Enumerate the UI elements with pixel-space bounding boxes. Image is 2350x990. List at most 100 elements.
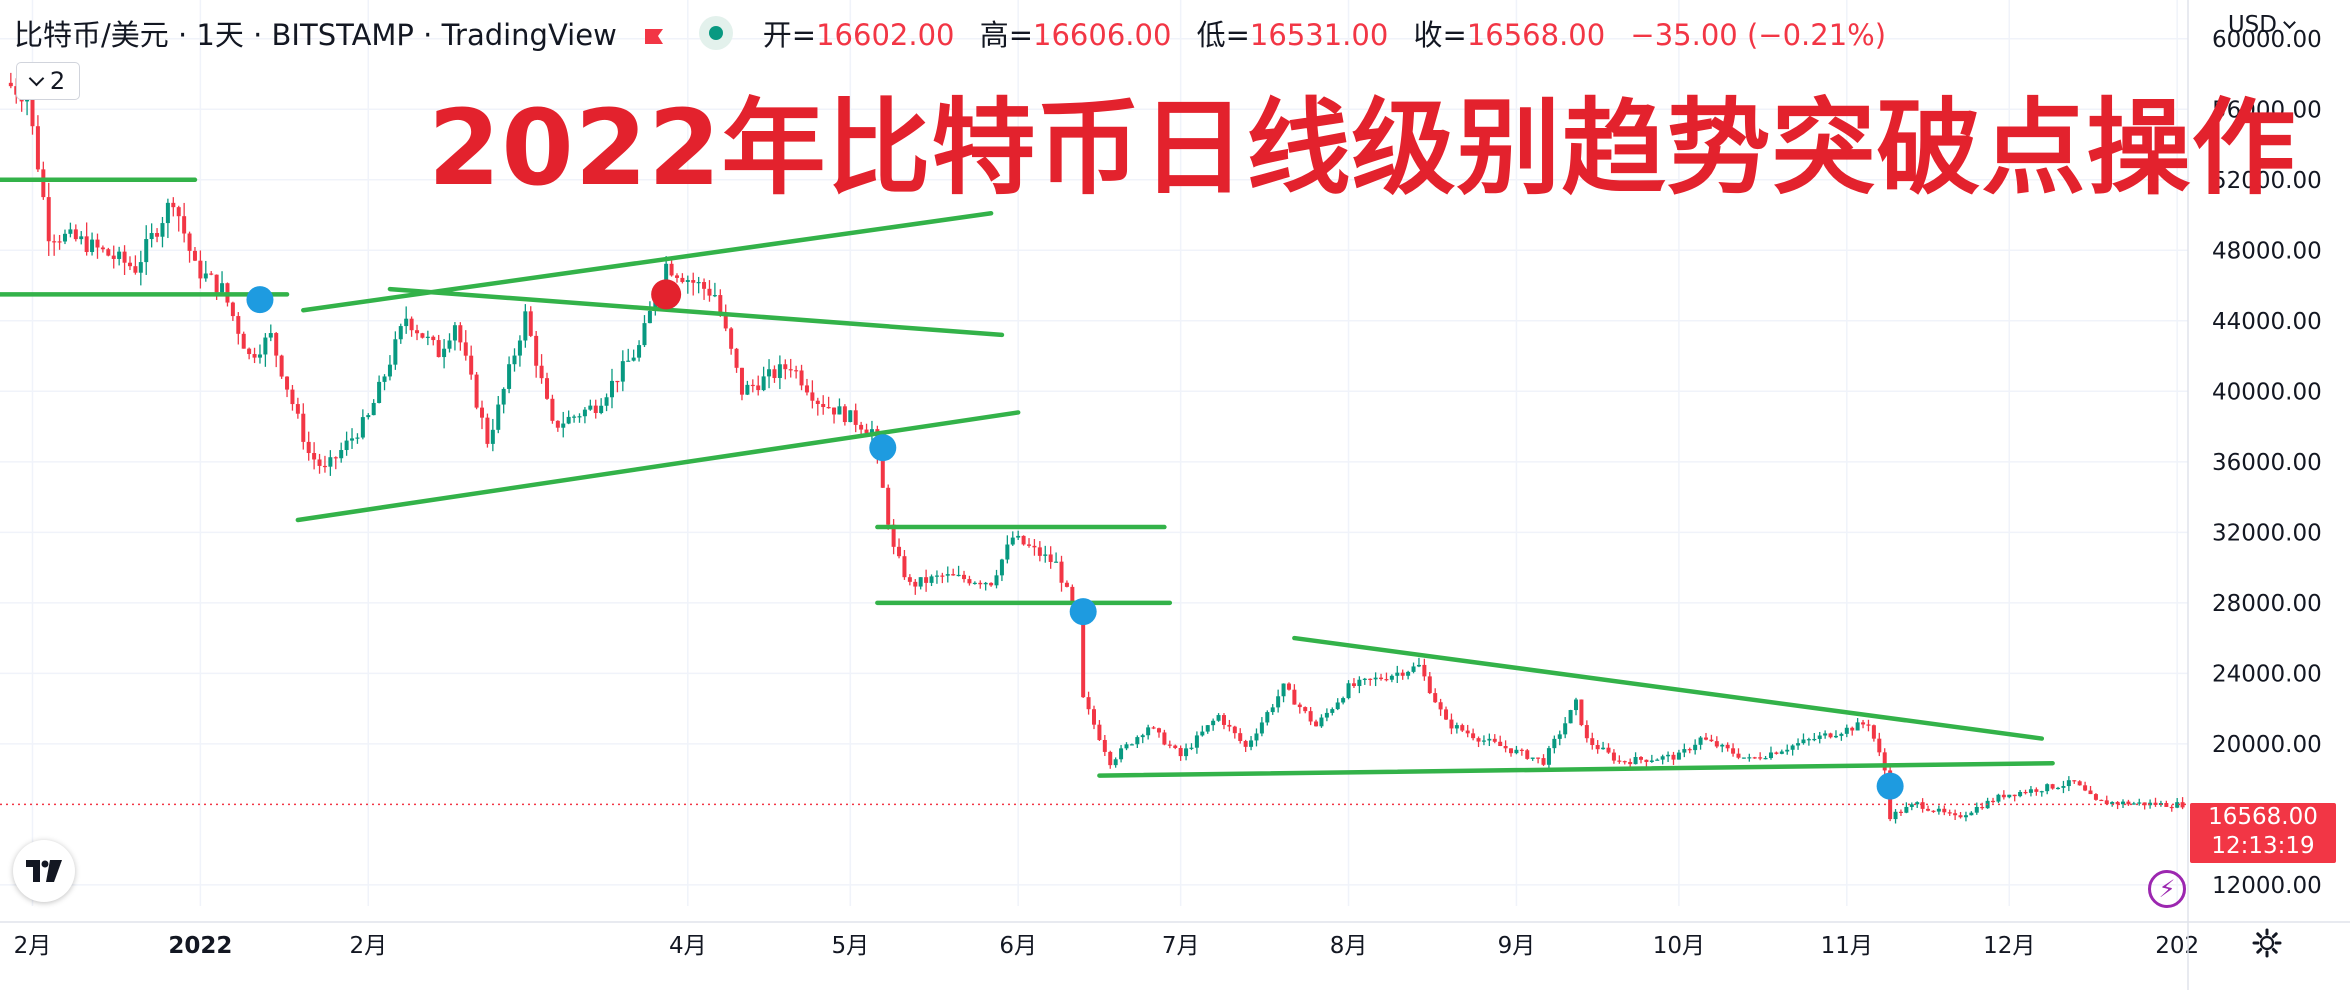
candle-body [1368,678,1373,680]
candle-body [117,251,122,259]
candle-body [1048,554,1053,562]
candle-body [989,582,994,586]
candle-body [582,409,587,417]
currency-selector[interactable]: USD [2228,12,2296,38]
candle-body [983,582,988,585]
candle-body [1351,683,1356,687]
candle-body [312,453,317,460]
candle-body [1081,616,1086,698]
candle-body [1400,672,1405,676]
candle-body [1611,752,1616,761]
candle-body [241,333,246,349]
flag-icon[interactable] [643,22,665,44]
low-label: 低= [1196,18,1250,52]
candle-body [1395,672,1400,676]
candle-body [1276,696,1281,708]
candle-body [52,241,57,243]
candle-body [198,260,203,279]
candle-body [90,239,95,253]
candle-body [1731,748,1736,754]
candle-body [1427,676,1432,694]
candle-body [1389,675,1394,680]
x-tick-label: 5月 [831,933,869,959]
candle-body [285,376,290,390]
candle-body [1579,699,1584,726]
candle-body [1817,735,1822,739]
candle-body [1476,738,1481,742]
candle-body [2039,791,2044,793]
candle-body [1016,535,1021,538]
candle-body [561,423,566,428]
tradingview-logo-icon[interactable] [13,840,75,902]
candle-body [1861,722,1866,725]
candle-body [2169,806,2174,809]
candle-body [138,262,143,273]
symbol-title[interactable]: 比特币/美元 · 1天 · BITSTAMP · TradingView [14,12,617,54]
candle-body [1254,733,1259,741]
candle-body [1741,757,1746,759]
candle-body [1249,740,1254,747]
candle-body [1552,738,1557,749]
candle-body [604,397,609,406]
candle-body [528,311,533,336]
candle-body [739,367,744,395]
y-tick-label: 20000.00 [2212,732,2322,758]
x-tick-label: 6月 [999,933,1037,959]
collapse-indicators-button[interactable]: 2 [16,62,80,100]
candle-body [263,337,268,355]
candle-body [1444,709,1449,720]
candle-body [2066,780,2071,787]
candle-body [1812,738,1817,741]
candle-body [160,223,165,237]
candle-body [1850,727,1855,731]
candle-body [274,333,279,356]
candle-body [804,385,809,393]
candle-body [1963,815,1968,818]
trendline [387,286,1005,338]
candle-body [2028,789,2033,793]
gear-icon[interactable] [2252,928,2282,958]
candle-body [1714,741,1719,747]
candle-body [951,574,956,576]
candle-body [295,404,300,414]
y-tick-label: 24000.00 [2212,661,2322,687]
candle-body [1709,739,1714,742]
candle-body [1503,746,1508,749]
candle-body [1893,811,1898,820]
candle-body [317,459,322,466]
candle-body [328,457,333,467]
candle-body [1774,752,1779,754]
candle-body [1666,754,1671,757]
candle-body [339,450,344,459]
candle-body [534,335,539,366]
candle-body [1871,725,1876,739]
candle-body [1140,735,1145,738]
x-tick-label: 9月 [1498,933,1536,959]
candle-body [1281,683,1286,697]
candle-body [815,400,820,404]
y-tick-label: 48000.00 [2212,238,2322,264]
candle-body [512,355,517,365]
candle-body [1243,740,1248,747]
lightning-icon[interactable]: ⚡ [2148,870,2186,908]
candle-body [566,416,571,424]
candle-body [1920,802,1925,809]
candle-body [1211,720,1216,726]
x-tick-label: 7月 [1162,933,1200,959]
candle-body [1032,545,1037,548]
candle-body [247,348,252,355]
candle-body [539,365,544,379]
candle-body [2180,802,2185,808]
candle-body [1546,748,1551,765]
candle-body [501,388,506,405]
candle-body [1324,712,1329,718]
candle-body [832,407,837,415]
candle-body [2001,794,2006,798]
chevron-down-icon [2283,16,2296,29]
candle-body [999,559,1004,576]
candle-body [187,233,192,251]
candle-body [100,247,105,250]
candle-body [452,325,457,341]
candle-body [1492,738,1497,742]
candle-body [609,380,614,398]
